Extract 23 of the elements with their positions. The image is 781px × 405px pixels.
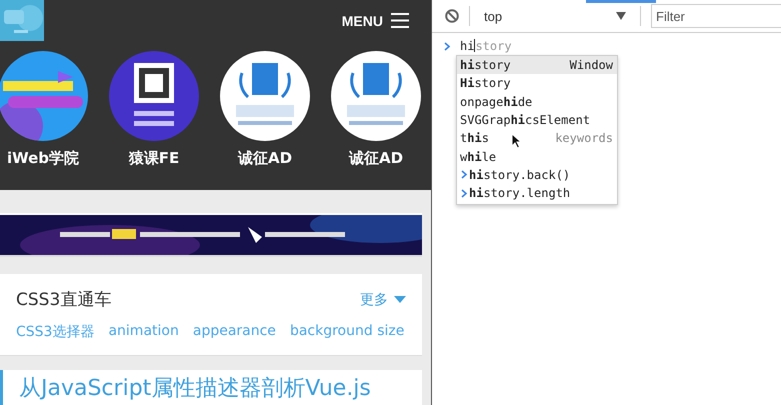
card-title: CSS3直通车	[16, 289, 112, 311]
shortcut-label[interactable]: 诚征AD	[238, 149, 292, 168]
suggestion-item[interactable]: history.length	[457, 184, 617, 202]
menu-button[interactable]: MENU	[342, 12, 391, 28]
suggestion-item[interactable]: onpagehide	[457, 92, 617, 111]
suggestion-item[interactable]: history.back()	[457, 166, 617, 184]
menu-icon[interactable]	[391, 13, 409, 28]
suggestion-item[interactable]: SVGGraphicsElement	[457, 110, 617, 130]
suggestion-item[interactable]: while	[457, 147, 617, 166]
shortcut-label[interactable]: 猿课FE	[128, 149, 180, 168]
clear-console-icon[interactable]	[445, 9, 459, 23]
shortcut-label[interactable]: 诚征AD	[348, 149, 404, 168]
mouse-pointer-icon	[511, 133, 522, 149]
prompt-icon	[444, 42, 450, 50]
filter-field[interactable]: Filter	[651, 4, 781, 28]
suggestion-item[interactable]: this keywords	[457, 129, 617, 148]
context-dropdown[interactable]: top	[480, 8, 630, 24]
suggestion-item[interactable]: history Window	[457, 56, 617, 74]
console-input[interactable]: hi story	[460, 39, 512, 53]
caret-icon	[394, 296, 406, 303]
caret-icon	[616, 12, 626, 20]
shortcut-label[interactable]: iWeb学院	[6, 149, 80, 168]
suggestion-item[interactable]: History	[457, 74, 617, 93]
